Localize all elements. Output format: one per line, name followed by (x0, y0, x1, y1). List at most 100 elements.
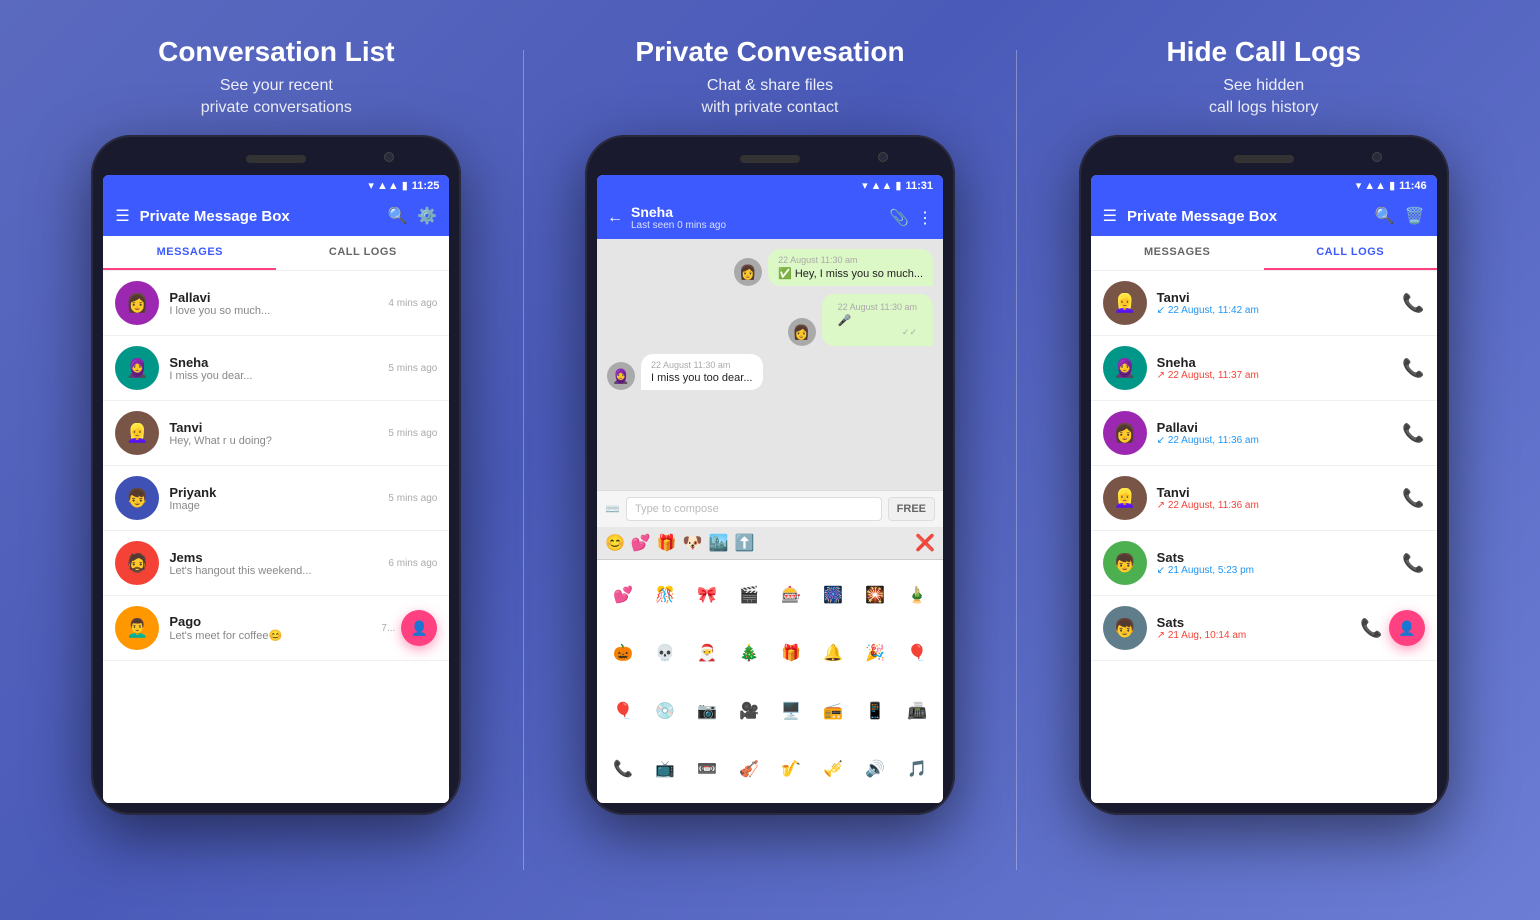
emoji-12[interactable]: 🎄 (729, 625, 769, 681)
menu-icon-3[interactable]: ☰ (1103, 206, 1117, 226)
emoji-29[interactable]: 🎷 (771, 741, 811, 797)
conv-name-tanvi: Tanvi (169, 420, 378, 435)
call-item-pallavi[interactable]: 👩 Pallavi ↙ 22 August, 11:36 am 📞 (1091, 401, 1437, 466)
msg-text-2: 🎤 (838, 314, 917, 327)
conv-item-pago[interactable]: 👨‍🦱 Pago Let's meet for coffee😊 7... 👤 (103, 596, 449, 661)
emoji-18[interactable]: 💿 (645, 683, 685, 739)
phone3-notch (1091, 147, 1437, 175)
tab-calllogs-1[interactable]: CALL LOGS (276, 236, 449, 270)
conv-item-jems[interactable]: 🧔 Jems Let's hangout this weekend... 6 m… (103, 531, 449, 596)
conv-info-tanvi: Tanvi Hey, What r u doing? (169, 420, 378, 447)
emoji-tab-4[interactable]: 🐶 (683, 533, 703, 553)
compose-free-btn[interactable]: FREE (888, 497, 935, 521)
emoji-4[interactable]: 🎬 (729, 566, 769, 622)
emoji-21[interactable]: 🖥️ (771, 683, 811, 739)
emoji-tab-3[interactable]: 🎁 (657, 533, 677, 553)
tab-messages-1[interactable]: MESSAGES (103, 236, 276, 270)
add-contact-fab-3[interactable]: 👤 (1389, 610, 1425, 646)
emoji-20[interactable]: 🎥 (729, 683, 769, 739)
phone1-frame: ▾ ▲▲ ▮ 11:25 ☰ Private Message Box 🔍 ⚙️ … (91, 135, 461, 815)
emoji-tab-5[interactable]: 🏙️ (709, 533, 729, 553)
emoji-5[interactable]: 🎰 (771, 566, 811, 622)
more-icon[interactable]: ⋮ (917, 208, 933, 228)
phone1-time: 11:25 (412, 180, 440, 192)
settings-icon[interactable]: ⚙️ (417, 206, 437, 226)
main-container: Conversation List See your recentprivate… (0, 0, 1540, 920)
phone1-camera (384, 152, 394, 162)
emoji-1[interactable]: 💕 (603, 566, 643, 622)
avatar-tanvi: 👱‍♀️ (115, 411, 159, 455)
conv-name-jems: Jems (169, 550, 378, 565)
phone2-camera (878, 152, 888, 162)
call-phone-icon-2[interactable]: 📞 (1402, 358, 1424, 379)
call-item-sats-1[interactable]: 👦 Sats ↙ 21 August, 5:23 pm 📞 (1091, 531, 1437, 596)
emoji-32[interactable]: 🎵 (897, 741, 937, 797)
emoji-tab-6[interactable]: ⬆️ (735, 533, 755, 553)
add-contact-fab[interactable]: 👤 (401, 610, 437, 646)
phone1-screen: ▾ ▲▲ ▮ 11:25 ☰ Private Message Box 🔍 ⚙️ … (103, 175, 449, 803)
avatar-call-tanvi-2: 👱‍♀️ (1103, 476, 1147, 520)
call-phone-icon-5[interactable]: 📞 (1402, 553, 1424, 574)
search-icon[interactable]: 🔍 (387, 206, 407, 226)
emoji-19[interactable]: 📷 (687, 683, 727, 739)
conv-item-tanvi[interactable]: 👱‍♀️ Tanvi Hey, What r u doing? 5 mins a… (103, 401, 449, 466)
conv-item-sneha[interactable]: 🧕 Sneha I miss you dear... 5 mins ago (103, 336, 449, 401)
emoji-26[interactable]: 📺 (645, 741, 685, 797)
emoji-15[interactable]: 🎉 (855, 625, 895, 681)
call-logs-list: 👱‍♀️ Tanvi ↙ 22 August, 11:42 am 📞 🧕 Sne… (1091, 271, 1437, 803)
emoji-25[interactable]: 📞 (603, 741, 643, 797)
tab-messages-3[interactable]: MESSAGES (1091, 236, 1264, 270)
emoji-28[interactable]: 🎻 (729, 741, 769, 797)
conv-item-priyank[interactable]: 👦 Priyank Image 5 mins ago (103, 466, 449, 531)
phone3-frame: ▾ ▲▲ ▮ 11:46 ☰ Private Message Box 🔍 🗑️ … (1079, 135, 1449, 815)
call-phone-icon-6[interactable]: 📞 (1360, 618, 1382, 639)
phone2-frame: ▾ ▲▲ ▮ 11:31 ← Sneha Last seen 0 mins ag… (585, 135, 955, 815)
emoji-13[interactable]: 🎁 (771, 625, 811, 681)
call-item-tanvi-1[interactable]: 👱‍♀️ Tanvi ↙ 22 August, 11:42 am 📞 (1091, 271, 1437, 336)
emoji-8[interactable]: 🎍 (897, 566, 937, 622)
call-phone-icon-4[interactable]: 📞 (1402, 488, 1424, 509)
compose-input[interactable]: Type to compose (626, 497, 882, 521)
emoji-tab-2[interactable]: 💕 (631, 533, 651, 553)
call-item-sneha[interactable]: 🧕 Sneha ↗ 22 August, 11:37 am 📞 (1091, 336, 1437, 401)
emoji-2[interactable]: 🎊 (645, 566, 685, 622)
search-icon-3[interactable]: 🔍 (1375, 206, 1395, 226)
emoji-7[interactable]: 🎇 (855, 566, 895, 622)
delete-icon-3[interactable]: 🗑️ (1405, 206, 1425, 226)
emoji-17[interactable]: 🎈 (603, 683, 643, 739)
avatar-pallavi: 👩 (115, 281, 159, 325)
call-item-sats-2[interactable]: 👦 Sats ↗ 21 Aug, 10:14 am 📞 👤 (1091, 596, 1437, 661)
conv-item-pallavi[interactable]: 👩 Pallavi I love you so much... 4 mins a… (103, 271, 449, 336)
emoji-9[interactable]: 🎃 (603, 625, 643, 681)
back-icon[interactable]: ← (607, 209, 623, 227)
msg-avatar-out-2: 👩 (788, 318, 816, 346)
emoji-16[interactable]: 🎈 (897, 625, 937, 681)
tab-calllogs-3[interactable]: CALL LOGS (1264, 236, 1437, 270)
conv-time-pago: 7... (381, 623, 395, 634)
emoji-10[interactable]: 💀 (645, 625, 685, 681)
keyboard-icon[interactable]: ⌨️ (605, 502, 620, 516)
panel-conversation-list: Conversation List See your recentprivate… (30, 20, 523, 900)
emoji-22[interactable]: 📻 (813, 683, 853, 739)
phone1-tabs: MESSAGES CALL LOGS (103, 236, 449, 271)
call-item-tanvi-2[interactable]: 👱‍♀️ Tanvi ↗ 22 August, 11:36 am 📞 (1091, 466, 1437, 531)
conv-info-priyank: Priyank Image (169, 485, 378, 512)
msg-bubble-out-2: 22 August 11:30 am 🎤 ✓✓ (822, 294, 933, 346)
emoji-11[interactable]: 🎅 (687, 625, 727, 681)
emoji-close-icon[interactable]: ❌ (915, 533, 935, 553)
avatar-priyank: 👦 (115, 476, 159, 520)
emoji-3[interactable]: 🎀 (687, 566, 727, 622)
emoji-31[interactable]: 🔊 (855, 741, 895, 797)
emoji-30[interactable]: 🎺 (813, 741, 853, 797)
call-phone-icon-1[interactable]: 📞 (1402, 293, 1424, 314)
menu-icon[interactable]: ☰ (115, 206, 129, 226)
emoji-6[interactable]: 🎆 (813, 566, 853, 622)
emoji-tab-1[interactable]: 😊 (605, 533, 625, 553)
phone1-status-bar: ▾ ▲▲ ▮ 11:25 (103, 175, 449, 196)
emoji-24[interactable]: 📠 (897, 683, 937, 739)
emoji-27[interactable]: 📼 (687, 741, 727, 797)
call-phone-icon-3[interactable]: 📞 (1402, 423, 1424, 444)
emoji-14[interactable]: 🔔 (813, 625, 853, 681)
emoji-23[interactable]: 📱 (855, 683, 895, 739)
attach-icon[interactable]: 📎 (889, 208, 909, 228)
